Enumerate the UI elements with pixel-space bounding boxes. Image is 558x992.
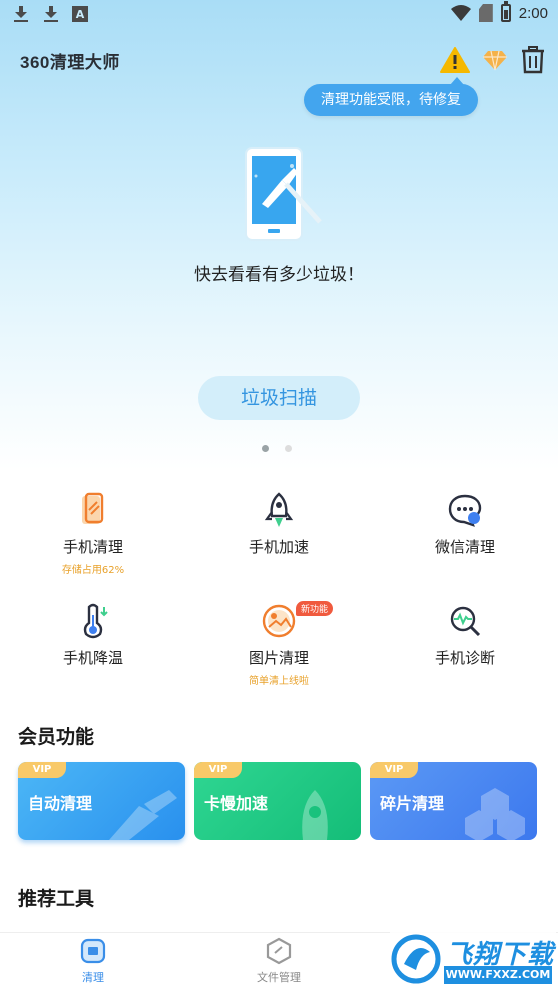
wechat-icon <box>447 492 483 528</box>
vip-card-label: 卡慢加速 <box>204 794 269 813</box>
broom-decor-icon <box>109 790 177 840</box>
vip-tag: VIP <box>370 762 418 778</box>
download-icon <box>42 5 60 23</box>
hero-message: 快去看看有多少垃圾！ <box>194 265 364 285</box>
battery-icon <box>500 1 511 22</box>
feature-wechat-clean[interactable]: 微信清理 <box>372 492 558 557</box>
vip-card-label: 碎片清理 <box>380 794 445 813</box>
page-dot <box>285 445 292 452</box>
phone-clean-icon <box>75 492 111 528</box>
nav-label: 文件管理 <box>257 971 301 984</box>
page-dot-active <box>262 445 269 452</box>
sim-icon <box>478 4 493 22</box>
feature-label: 微信清理 <box>434 538 495 556</box>
vip-card-auto-clean[interactable]: VIP 自动清理 <box>18 762 185 840</box>
feature-picture-clean[interactable]: 图片清理 简单清上线啦 <box>186 603 372 687</box>
tools-section-title: 推荐工具 <box>18 888 95 910</box>
nav-tab-clean[interactable]: 清理 <box>33 937 153 985</box>
feature-sublabel: 存储占用62% <box>61 565 125 576</box>
status-bar: A 2:00 <box>0 0 558 28</box>
page-indicator <box>262 445 292 452</box>
picture-icon <box>261 603 297 639</box>
status-tooltip[interactable]: 清理功能受限，待修复 <box>304 77 478 116</box>
feature-phone-clean[interactable]: 手机清理 存储占用62% <box>0 492 186 576</box>
watermark-url: WWW.FXXZ.COM <box>444 966 552 984</box>
download-icon <box>12 5 30 23</box>
feature-label: 手机降温 <box>62 649 123 667</box>
rocket-decor-icon <box>302 790 328 840</box>
junk-scan-button[interactable]: 垃圾扫描 <box>198 376 360 420</box>
app-logo: 360清理大师 <box>20 53 120 72</box>
vip-card-label: 自动清理 <box>28 794 93 813</box>
feature-label: 手机加速 <box>248 538 309 556</box>
vip-tag: VIP <box>18 762 66 778</box>
rocket-icon <box>261 492 297 528</box>
broom-home-icon <box>79 937 107 965</box>
diamond-icon[interactable] <box>482 47 508 73</box>
feature-label: 手机清理 <box>62 538 123 556</box>
phone-cleaning-illustration <box>242 146 326 246</box>
feature-phone-boost[interactable]: 手机加速 <box>186 492 372 557</box>
folder-icon <box>265 937 293 965</box>
feature-phone-diagnose[interactable]: 手机诊断 <box>372 603 558 668</box>
wifi-icon <box>450 5 471 21</box>
diagnose-icon <box>447 603 483 639</box>
feature-label: 图片清理 <box>248 649 309 667</box>
nav-label: 清理 <box>82 971 104 984</box>
feature-sublabel: 简单清上线啦 <box>249 676 309 687</box>
feature-label: 手机诊断 <box>434 649 495 667</box>
trash-icon[interactable] <box>520 46 546 74</box>
hexagon-decor-icon <box>465 788 525 840</box>
new-feature-badge: 新功能 <box>296 601 334 616</box>
vip-section-title: 会员功能 <box>18 726 95 748</box>
thermometer-icon <box>75 603 111 639</box>
nav-tab-file-manager[interactable]: 文件管理 <box>219 937 339 985</box>
feature-phone-cool[interactable]: 手机降温 <box>0 603 186 668</box>
warning-icon[interactable] <box>440 47 470 73</box>
status-time: 2:00 <box>518 4 548 22</box>
vip-tag: VIP <box>194 762 242 778</box>
a-icon: A <box>72 6 88 22</box>
vip-card-lag-boost[interactable]: VIP 卡慢加速 <box>194 762 361 840</box>
vip-card-fragment-clean[interactable]: VIP 碎片清理 <box>370 762 537 840</box>
